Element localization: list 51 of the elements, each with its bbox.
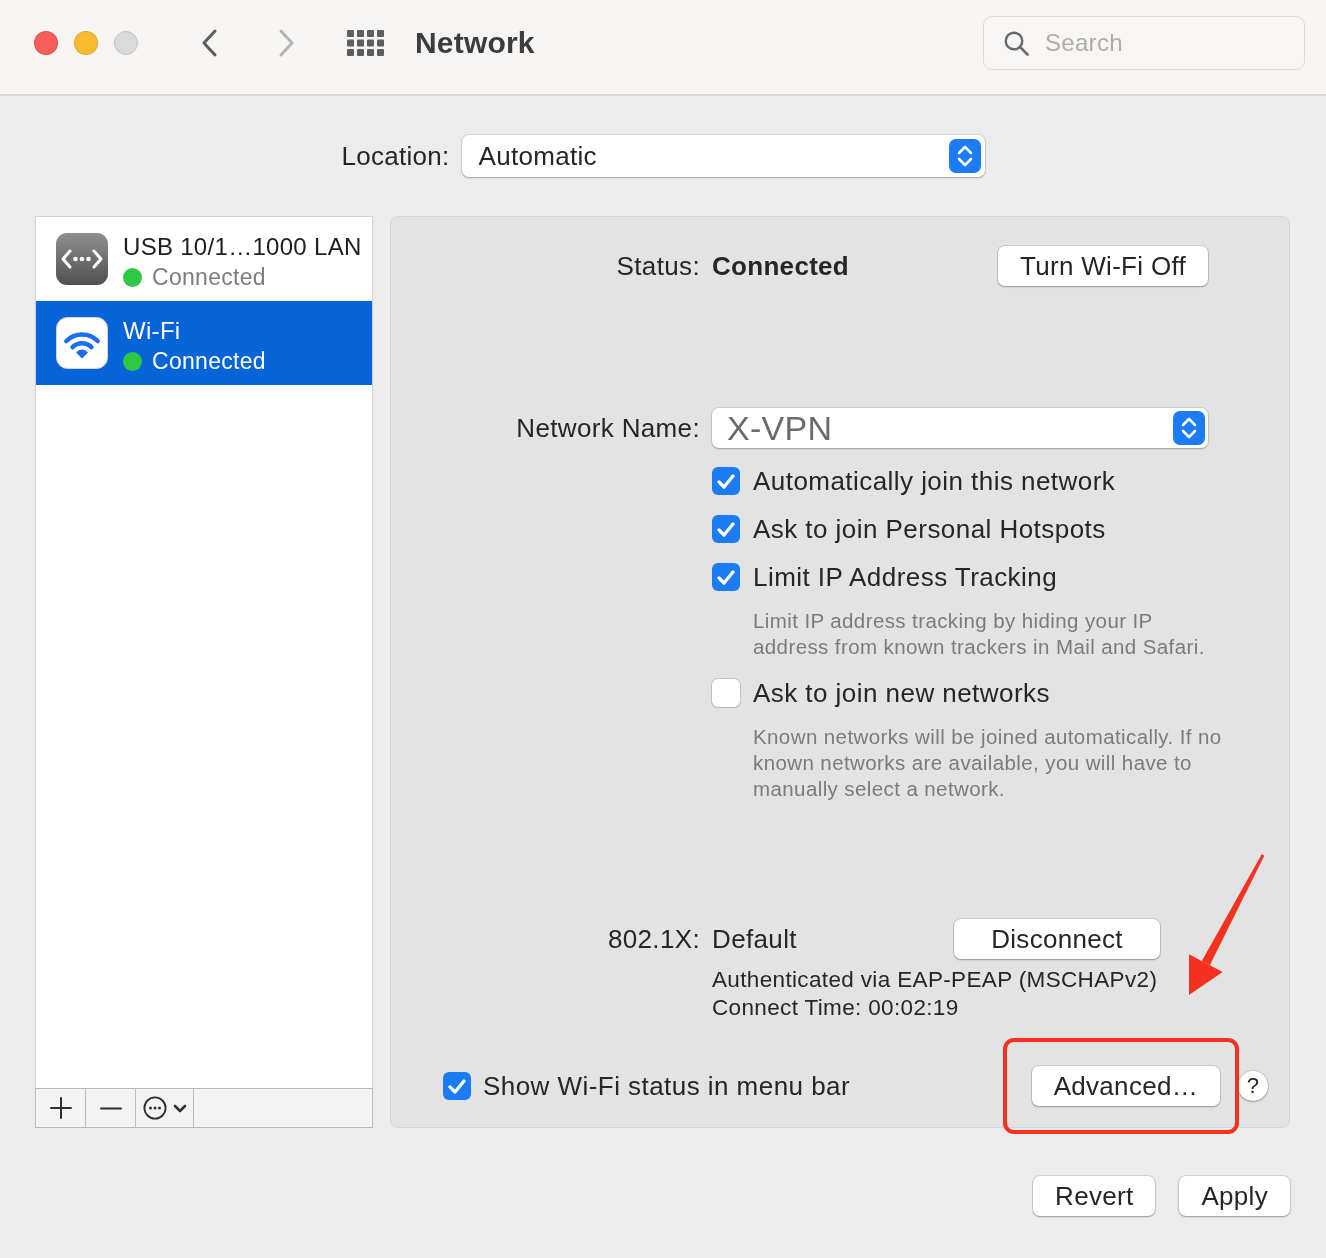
location-label: Location:: [341, 140, 450, 172]
authentication-label: 802.1X:: [607, 923, 700, 955]
checkbox-label: Limit IP Address Tracking: [753, 561, 1058, 593]
turn-wifi-off-button[interactable]: Turn Wi-Fi Off: [998, 246, 1208, 286]
checkbox[interactable]: [712, 679, 740, 707]
close-button[interactable]: [34, 31, 58, 55]
wifi-icon: [56, 317, 108, 369]
chevron-down-icon: [172, 1103, 187, 1113]
network-name-label: Network Name:: [516, 412, 700, 444]
window-title: Network: [415, 26, 535, 60]
disconnect-button[interactable]: Disconnect: [954, 919, 1160, 959]
service-status: Connected: [152, 264, 266, 291]
plus-icon: [49, 1097, 72, 1119]
checkbox[interactable]: [712, 467, 740, 495]
apply-button[interactable]: Apply: [1179, 1176, 1290, 1216]
search-icon: [1004, 31, 1029, 56]
checkbox-label: Automatically join this network: [753, 465, 1116, 497]
checkbox[interactable]: [712, 515, 740, 543]
search-field[interactable]: Search: [983, 16, 1305, 70]
service-name: Wi-Fi: [123, 317, 182, 345]
minus-icon: [99, 1106, 122, 1110]
sidebar-item[interactable]: Wi-Fi Connected: [36, 301, 372, 385]
stepper-icon: [1173, 411, 1205, 445]
checkbox-label: Ask to join new networks: [753, 677, 1050, 709]
network-name-dropdown[interactable]: X-VPN: [712, 408, 1208, 448]
option-description: Known networks will be joined automatically. If no known networks are available, you will have to manually select a network.: [753, 724, 1223, 802]
checkbox[interactable]: [443, 1072, 471, 1100]
stepper-icon: [948, 139, 981, 173]
connection-detail: Connect Time: 00:02:19: [712, 994, 959, 1022]
checkbox-label: Show Wi-Fi status in menu bar: [483, 1070, 851, 1102]
connection-detail: Authenticated via EAP-PEAP (MSCHAPv2): [712, 966, 1158, 994]
help-button[interactable]: ?: [1238, 1071, 1268, 1101]
grid-icon[interactable]: [347, 30, 384, 56]
sidebar-item[interactable]: USB 10/1…1000 LAN Connected: [36, 217, 372, 301]
service-name: USB 10/1…1000 LAN: [123, 233, 362, 261]
checkbox-label: Ask to join Personal Hotspots: [753, 513, 1106, 545]
authentication-value: Default: [712, 923, 797, 955]
ellipsis-circle-icon: [142, 1096, 167, 1120]
option-description: Limit IP address tracking by hiding your IP address from known trackers in Mail and Safari.: [753, 608, 1206, 660]
revert-button[interactable]: Revert: [1033, 1176, 1156, 1216]
service-status: Connected: [152, 348, 266, 375]
checkmark-icon: [448, 1078, 466, 1094]
checkmark-icon: [717, 473, 735, 489]
checkbox[interactable]: [712, 563, 740, 591]
location-dropdown[interactable]: Automatic: [461, 135, 985, 177]
ethernet-icon: [56, 233, 108, 285]
checkmark-icon: [717, 569, 735, 585]
checkmark-icon: [717, 521, 735, 537]
status-label: Status:: [616, 250, 700, 282]
advanced-button[interactable]: Advanced…: [1031, 1066, 1220, 1106]
status-value: Connected: [712, 250, 850, 282]
